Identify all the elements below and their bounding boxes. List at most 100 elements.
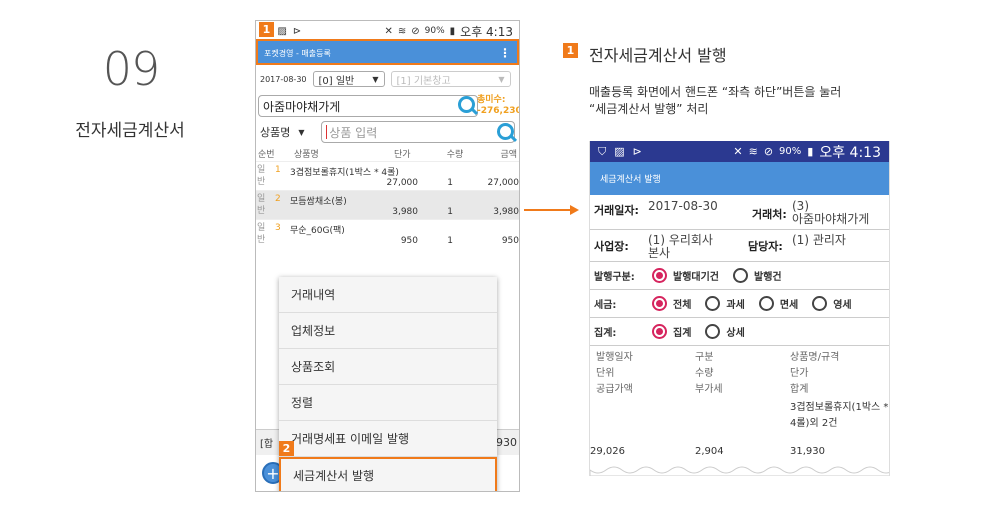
unpaid-value: -276,230 (477, 106, 520, 116)
site-row: 사업장: (1) 우리회사 본사 담당자: (1) 관리자 (590, 230, 889, 262)
menu-item-sort[interactable]: 정렬 (279, 385, 497, 421)
issue-type-row: 발행구분: 발행대기건 발행건 (590, 262, 889, 290)
radio-option-aggregate[interactable]: 집계 (652, 324, 691, 339)
col-price: 단가 (394, 149, 411, 160)
radio-option-taxable[interactable]: 과세 (705, 296, 745, 311)
menu-item-product-search[interactable]: 상품조회 (279, 349, 497, 385)
clock: 오후 4:13 (819, 144, 881, 161)
summary-label: 집계: (594, 328, 617, 339)
phone-tax-invoice-screen: ⛉ ▨ ⊳ ✕ ≋ ⊘ 90% ▮ 오후 4:13 세금계산서 발행 거래일자:… (589, 141, 890, 476)
menu-item-issue-tax-invoice[interactable]: 세금계산서 발행 (279, 457, 497, 491)
summary-value: 930 (496, 436, 517, 449)
manager-label: 담당자: (748, 240, 783, 253)
header-unit: 단위 (596, 368, 615, 379)
search-icon[interactable] (497, 123, 514, 140)
row-amount: 950 (501, 236, 519, 246)
shield-icon: ⛉ (598, 144, 607, 158)
row-amount: 3,980 (493, 207, 519, 217)
radio-selected-icon (652, 296, 667, 311)
battery-level: 90% (779, 146, 802, 157)
radio-option-pending[interactable]: 발행대기건 (652, 268, 719, 283)
list-item-total: 31,930 (790, 446, 825, 457)
row-qty: 1 (447, 178, 453, 188)
site-value[interactable]: (1) 우리회사 본사 (648, 234, 744, 260)
radio-option-exempt[interactable]: 면세 (758, 296, 799, 311)
row-no: 2 (275, 194, 281, 204)
tax-row: 세금: 전체 과세 면세 영세 (590, 290, 889, 318)
row-price: 27,000 (386, 178, 419, 188)
menu-item-trade-history[interactable]: 거래내역 (279, 277, 497, 313)
highlight-app-bar (256, 39, 519, 65)
type-select[interactable]: [0] 일반 ▼ (312, 71, 385, 87)
header-vat: 부가세 (695, 384, 723, 395)
warehouse-select-value: [1] 기본창고 (396, 75, 451, 87)
block-icon: ⊘ (763, 145, 774, 158)
search-icon[interactable] (458, 96, 475, 113)
sales-date[interactable]: 2017-08-30 (260, 75, 307, 84)
menu-item-company-info[interactable]: 업체정보 (279, 313, 497, 349)
radio-icon (758, 296, 774, 311)
radio-option-zero[interactable]: 영세 (812, 296, 852, 311)
header-supply: 공급가액 (596, 384, 633, 395)
radio-selected-icon (652, 268, 667, 283)
partner-label: 거래처: (752, 208, 787, 221)
manager-value[interactable]: (1) 관리자 (792, 234, 846, 247)
partner-value[interactable]: (3) 아줌마야채가게 (792, 200, 869, 226)
header-filters: 2017-08-30 [0] 일반 ▼ [1] 기본창고 ▼ (256, 65, 519, 93)
list-item-name[interactable]: 3겹점보롤휴지(1박스 * 4롤)외 2건 (790, 400, 889, 432)
radio-option-issued[interactable]: 발행건 (733, 268, 782, 283)
status-bar: ⛉ ▨ ⊳ ✕ ≋ ⊘ 90% ▮ 오후 4:13 (590, 141, 889, 162)
row-name: 무순_60G(팩) (290, 226, 345, 236)
warehouse-select[interactable]: [1] 기본창고 ▼ (390, 71, 511, 87)
site-name: 본사 (648, 246, 671, 260)
col-amount: 금액 (500, 149, 517, 160)
radio-label: 과세 (726, 300, 745, 311)
trade-date-value[interactable]: 2017-08-30 (648, 200, 748, 213)
mute-icon: ✕ (733, 145, 743, 158)
menu-item-email-statement[interactable]: 거래명세표 이메일 발행 (279, 421, 497, 457)
row-type: 일반 (257, 165, 266, 187)
unpaid-label: 총미수: (477, 95, 506, 105)
callout-badge-1: 1 (259, 22, 274, 37)
product-field-select[interactable]: 상품명 ▼ (260, 124, 317, 140)
table-row[interactable]: 일반 1 3겹점보롤휴지(1박스 * 4롤) 27,000 1 27,000 (256, 161, 519, 190)
list-item-supply: 29,026 (590, 446, 625, 457)
header-total: 합계 (790, 384, 809, 395)
product-input[interactable]: 상품 입력 (321, 121, 515, 143)
header-price: 단가 (790, 368, 809, 379)
description-line: 매출등록 화면에서 핸드폰 “좌측 하단”버튼을 눌러 (589, 85, 842, 99)
battery-level: 90% (424, 26, 445, 36)
image-icon: ▨ (614, 144, 625, 158)
list-header-col2: 구분 수량 부가세 (695, 350, 723, 398)
table-row[interactable]: 일반 3 무순_60G(팩) 950 1 950 (256, 219, 519, 248)
app-bar: 세금계산서 발행 (590, 162, 889, 195)
row-qty: 1 (447, 207, 453, 217)
image-icon: ▨ (277, 25, 287, 37)
radio-label: 상세 (726, 328, 745, 339)
mute-icon: ✕ (384, 25, 393, 37)
table-header: 순번 상품명 단가 수량 금액 (256, 145, 519, 161)
callout-badge-1: 1 (563, 43, 578, 58)
trade-row: 거래일자: 2017-08-30 거래처: (3) 아줌마야채가게 (590, 195, 889, 230)
torn-edge (590, 466, 889, 476)
radio-icon (733, 268, 748, 283)
clock: 오후 4:13 (460, 24, 513, 39)
radio-option-all[interactable]: 전체 (652, 296, 691, 311)
list-item-vat: 2,904 (695, 446, 724, 457)
header-issue-date: 발행일자 (596, 352, 633, 363)
flag-icon: ⊳ (292, 25, 302, 37)
status-bar: ▣ ▨ ⊳ ✕ ≋ ⊘ 90% ▮ 오후 4:13 (256, 21, 519, 41)
list-header-col1: 발행일자 단위 공급가액 (596, 350, 633, 398)
radio-label: 면세 (779, 300, 799, 311)
header-category: 구분 (695, 352, 714, 363)
table-row[interactable]: 일반 2 모듬쌈채소(봉) 3,980 1 3,980 (256, 190, 519, 219)
dropdown-arrow-icon: ▼ (498, 74, 505, 84)
radio-label: 발행대기건 (673, 272, 719, 283)
dropdown-arrow-icon: ▼ (298, 127, 305, 137)
radio-option-detail[interactable]: 상세 (705, 324, 745, 339)
customer-row: 아줌마야채가게 총미수: -276,230 (256, 93, 519, 119)
row-type: 일반 (257, 223, 266, 245)
row-amount: 27,000 (487, 178, 520, 188)
row-price: 3,980 (392, 207, 418, 217)
customer-input[interactable]: 아줌마야채가게 (258, 95, 478, 117)
